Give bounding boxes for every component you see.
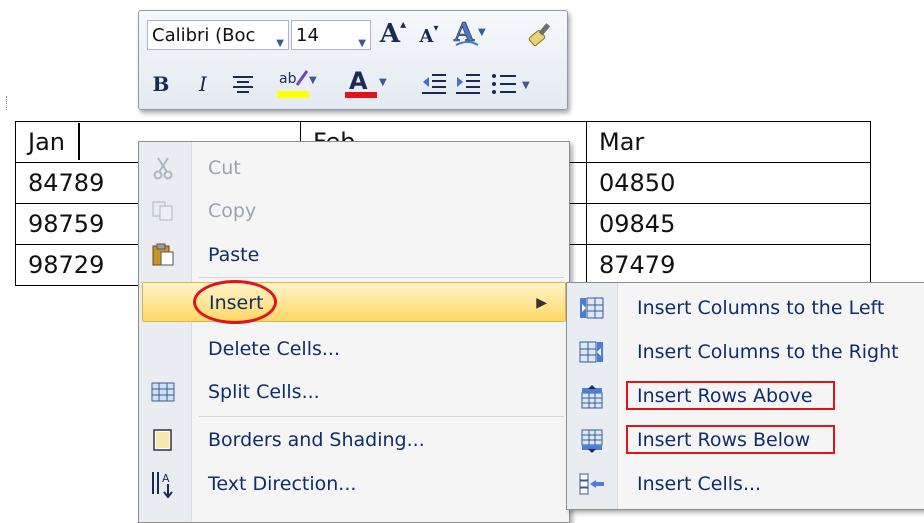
svg-text:A: A bbox=[349, 67, 368, 95]
submenu-item-insert-cells[interactable]: Insert Cells... bbox=[569, 463, 923, 505]
svg-text:▼: ▼ bbox=[522, 80, 530, 91]
font-color-icon[interactable]: A ▼ bbox=[345, 65, 389, 101]
insert-rows-below-icon bbox=[579, 428, 605, 453]
center-align-icon[interactable] bbox=[229, 71, 257, 99]
submenu-item-label: Insert Columns to the Left bbox=[637, 297, 885, 319]
menu-item-delete-cells[interactable]: Delete Cells... bbox=[142, 329, 566, 369]
grow-font-icon[interactable]: A ▴ bbox=[377, 17, 409, 50]
copy-icon bbox=[150, 199, 176, 223]
decrease-indent-icon[interactable] bbox=[419, 69, 449, 99]
menu-item-label: Text Direction... bbox=[208, 473, 357, 495]
svg-text:ab: ab bbox=[279, 71, 297, 87]
annotation-ellipse bbox=[193, 280, 277, 324]
submenu-item-insert-columns-right[interactable]: Insert Columns to the Right bbox=[569, 331, 923, 373]
table-cell[interactable]: Mar bbox=[586, 121, 871, 163]
split-cells-icon bbox=[150, 380, 176, 404]
menu-item-label: Borders and Shading... bbox=[208, 429, 425, 451]
menu-separator bbox=[199, 416, 564, 417]
menu-item-label: Delete Cells... bbox=[208, 338, 340, 360]
svg-text:▼: ▼ bbox=[309, 75, 317, 86]
menu-item-label: Cut bbox=[208, 157, 241, 179]
text-direction-icon: A bbox=[150, 472, 176, 498]
menu-item-label: Split Cells... bbox=[208, 381, 320, 403]
context-menu: Cut Copy Paste Insert ▶ Delete Cells... … bbox=[138, 141, 570, 523]
menu-item-text-direction[interactable]: A Text Direction... bbox=[142, 464, 566, 504]
table-cell[interactable]: 87479 bbox=[586, 244, 871, 286]
table-cell[interactable]: 04850 bbox=[586, 162, 871, 204]
styles-icon[interactable]: A ▼ bbox=[451, 16, 487, 50]
menu-item-label: Copy bbox=[208, 200, 257, 222]
insert-rows-above-icon bbox=[579, 384, 605, 409]
insert-cells-icon bbox=[579, 472, 605, 496]
insert-columns-left-icon bbox=[579, 296, 605, 320]
annotation-box bbox=[626, 425, 835, 454]
menu-item-cut[interactable]: Cut bbox=[142, 148, 566, 188]
submenu-item-label: Insert Columns to the Right bbox=[637, 341, 899, 363]
shrink-font-icon[interactable]: A ▾ bbox=[415, 20, 443, 52]
submenu-item-insert-columns-left[interactable]: Insert Columns to the Left bbox=[569, 287, 923, 329]
svg-text:A: A bbox=[162, 472, 170, 485]
submenu-item-label: Insert Cells... bbox=[637, 473, 762, 495]
scissors-icon bbox=[150, 156, 176, 180]
menu-item-copy[interactable]: Copy bbox=[142, 191, 566, 231]
paste-icon bbox=[150, 243, 176, 267]
table-cell[interactable]: 09845 bbox=[586, 203, 871, 245]
font-name-value: Calibri (Boc bbox=[152, 25, 256, 46]
bold-button[interactable]: B bbox=[149, 69, 173, 99]
italic-button[interactable]: I bbox=[191, 69, 215, 99]
chevron-down-icon[interactable]: ▼ bbox=[276, 29, 284, 59]
borders-shading-icon bbox=[150, 428, 176, 452]
submenu-arrow-icon: ▶ bbox=[536, 295, 547, 311]
table-move-handle[interactable] bbox=[6, 96, 11, 110]
font-size-combo[interactable]: 14 ▼ bbox=[291, 20, 371, 50]
svg-text:▼: ▼ bbox=[478, 27, 486, 38]
highlight-icon[interactable]: ab ▼ bbox=[277, 65, 317, 101]
annotation-box bbox=[626, 381, 835, 410]
increase-indent-icon[interactable] bbox=[453, 69, 483, 99]
mini-toolbar: Calibri (Boc ▼ 14 ▼ A ▴ A ▾ A ▼ B I ab ▼ A ▼ … bbox=[138, 10, 568, 110]
menu-item-paste[interactable]: Paste bbox=[142, 235, 566, 275]
text-cursor bbox=[78, 123, 80, 160]
menu-separator bbox=[199, 277, 564, 278]
font-size-value: 14 bbox=[296, 25, 319, 46]
menu-item-label: Paste bbox=[208, 244, 260, 266]
bullets-icon[interactable]: ▼ bbox=[489, 69, 537, 99]
font-name-combo[interactable]: Calibri (Boc ▼ bbox=[147, 20, 289, 50]
chevron-down-icon[interactable]: ▼ bbox=[358, 29, 366, 59]
menu-item-split-cells[interactable]: Split Cells... bbox=[142, 372, 566, 412]
svg-text:A: A bbox=[453, 18, 475, 48]
menu-item-borders-shading[interactable]: Borders and Shading... bbox=[142, 420, 566, 460]
insert-columns-right-icon bbox=[579, 340, 605, 364]
format-painter-icon[interactable] bbox=[525, 18, 557, 50]
svg-text:▼: ▼ bbox=[379, 77, 387, 88]
